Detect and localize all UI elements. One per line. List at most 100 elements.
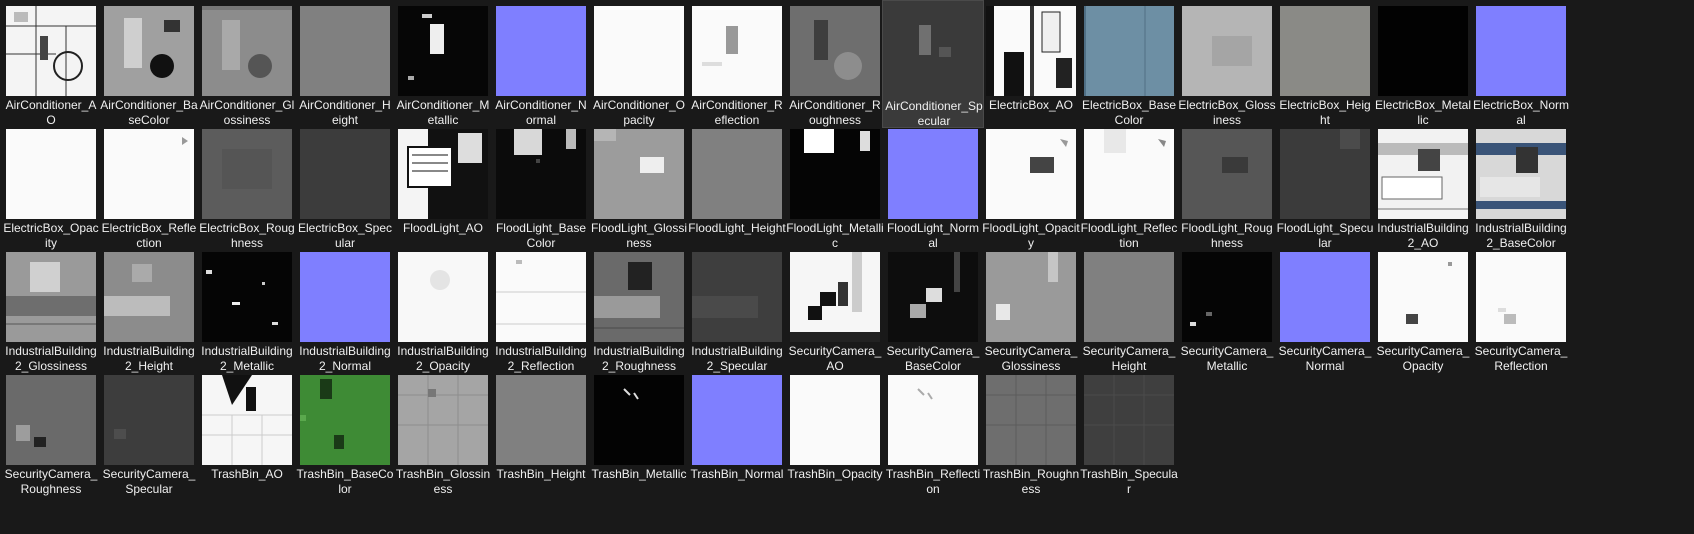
file-item-airconditioner-normal[interactable]: AirConditioner_Normal: [490, 0, 592, 128]
file-item-floodlight-basecolor[interactable]: FloodLight_BaseColor: [490, 123, 592, 251]
file-name-label: SecurityCamera_Roughness: [4, 467, 98, 496]
file-item-industrialbuilding2-reflection[interactable]: IndustrialBuilding2_Reflection: [490, 246, 592, 374]
file-item-floodlight-specular[interactable]: FloodLight_Specular: [1274, 123, 1376, 251]
image-thumbnail-icon: [300, 375, 390, 465]
image-thumbnail-icon: [1084, 6, 1174, 96]
image-thumbnail-icon: [888, 375, 978, 465]
file-item-airconditioner-basecolor[interactable]: AirConditioner_BaseColor: [98, 0, 200, 128]
file-item-securitycamera-specular[interactable]: SecurityCamera_Specular: [98, 369, 200, 497]
image-thumbnail-icon: [300, 6, 390, 96]
image-thumbnail-icon: [790, 129, 880, 219]
file-item-electricbox-roughness[interactable]: ElectricBox_Roughness: [196, 123, 298, 251]
file-name-label: TrashBin_Normal: [690, 467, 784, 481]
file-item-trashbin-glossiness[interactable]: TrashBin_Glossiness: [392, 369, 494, 497]
file-item-trashbin-basecolor[interactable]: TrashBin_BaseColor: [294, 369, 396, 497]
file-item-industrialbuilding2-height[interactable]: IndustrialBuilding2_Height: [98, 246, 200, 374]
file-item-securitycamera-ao[interactable]: SecurityCamera_AO: [784, 246, 886, 374]
file-item-securitycamera-metallic[interactable]: SecurityCamera_Metallic: [1176, 246, 1278, 374]
image-thumbnail-icon: [594, 129, 684, 219]
file-item-securitycamera-opacity[interactable]: SecurityCamera_Opacity: [1372, 246, 1474, 374]
image-thumbnail-icon: [692, 252, 782, 342]
file-item-floodlight-height[interactable]: FloodLight_Height: [686, 123, 788, 251]
file-item-securitycamera-reflection[interactable]: SecurityCamera_Reflection: [1470, 246, 1572, 374]
file-item-floodlight-reflection[interactable]: FloodLight_Reflection: [1078, 123, 1180, 251]
file-item-floodlight-opacity[interactable]: FloodLight_Opacity: [980, 123, 1082, 251]
file-item-electricbox-specular[interactable]: ElectricBox_Specular: [294, 123, 396, 251]
file-item-floodlight-roughness[interactable]: FloodLight_Roughness: [1176, 123, 1278, 251]
file-item-trashbin-specular[interactable]: TrashBin_Specular: [1078, 369, 1180, 497]
image-thumbnail-icon: [6, 129, 96, 219]
image-thumbnail-icon: [496, 6, 586, 96]
image-thumbnail-icon: [202, 252, 292, 342]
image-thumbnail-icon: [300, 252, 390, 342]
file-name-label: SecurityCamera_Reflection: [1474, 344, 1568, 373]
image-thumbnail-icon: [104, 6, 194, 96]
image-thumbnail-icon: [888, 129, 978, 219]
file-item-floodlight-glossiness[interactable]: FloodLight_Glossiness: [588, 123, 690, 251]
file-item-industrialbuilding2-roughness[interactable]: IndustrialBuilding2_Roughness: [588, 246, 690, 374]
file-item-airconditioner-ao[interactable]: AirConditioner_AO: [0, 0, 102, 128]
file-name-label: FloodLight_AO: [402, 221, 484, 235]
file-item-electricbox-reflection[interactable]: ElectricBox_Reflection: [98, 123, 200, 251]
file-item-trashbin-opacity[interactable]: TrashBin_Opacity: [784, 369, 886, 497]
file-item-airconditioner-height[interactable]: AirConditioner_Height: [294, 0, 396, 128]
file-item-trashbin-roughness[interactable]: TrashBin_Roughness: [980, 369, 1082, 497]
file-thumbnail-grid: AirConditioner_AO AirConditioner_BaseColo…: [0, 0, 1694, 534]
image-thumbnail-icon: [790, 375, 880, 465]
file-item-electricbox-opacity[interactable]: ElectricBox_Opacity: [0, 123, 102, 251]
file-item-industrialbuilding2-opacity[interactable]: IndustrialBuilding2_Opacity: [392, 246, 494, 374]
file-name-label: TrashBin_Metallic: [591, 467, 687, 481]
file-item-electricbox-basecolor[interactable]: ElectricBox_BaseColor: [1078, 0, 1180, 128]
file-name-label: TrashBin_Specular: [1080, 467, 1178, 496]
file-item-industrialbuilding2-ao[interactable]: IndustrialBuilding2_AO: [1372, 123, 1474, 251]
image-thumbnail-icon: [889, 7, 979, 97]
image-thumbnail-icon: [986, 375, 1076, 465]
image-thumbnail-icon: [398, 6, 488, 96]
image-thumbnail-icon: [1084, 252, 1174, 342]
image-thumbnail-icon: [1182, 6, 1272, 96]
file-item-electricbox-glossiness[interactable]: ElectricBox_Glossiness: [1176, 0, 1278, 128]
file-item-trashbin-ao[interactable]: TrashBin_AO: [196, 369, 298, 497]
image-thumbnail-icon: [104, 252, 194, 342]
file-item-electricbox-height[interactable]: ElectricBox_Height: [1274, 0, 1376, 128]
file-item-floodlight-normal[interactable]: FloodLight_Normal: [882, 123, 984, 251]
image-thumbnail-icon: [1182, 129, 1272, 219]
file-name-label: ElectricBox_AO: [988, 98, 1074, 112]
file-item-securitycamera-roughness[interactable]: SecurityCamera_Roughness: [0, 369, 102, 497]
file-item-trashbin-reflection[interactable]: TrashBin_Reflection: [882, 369, 984, 497]
file-item-industrialbuilding2-metallic[interactable]: IndustrialBuilding2_Metallic: [196, 246, 298, 374]
file-item-trashbin-height[interactable]: TrashBin_Height: [490, 369, 592, 497]
file-item-floodlight-ao[interactable]: FloodLight_AO: [392, 123, 494, 251]
file-item-airconditioner-glossiness[interactable]: AirConditioner_Glossiness: [196, 0, 298, 128]
image-thumbnail-icon: [692, 129, 782, 219]
file-item-securitycamera-normal[interactable]: SecurityCamera_Normal: [1274, 246, 1376, 374]
file-item-securitycamera-height[interactable]: SecurityCamera_Height: [1078, 246, 1180, 374]
file-item-airconditioner-specular[interactable]: AirConditioner_Specular: [882, 0, 984, 128]
file-item-airconditioner-roughness[interactable]: AirConditioner_Roughness: [784, 0, 886, 128]
file-item-industrialbuilding2-basecolor[interactable]: IndustrialBuilding2_BaseColor: [1470, 123, 1572, 251]
file-item-airconditioner-metallic[interactable]: AirConditioner_Metallic: [392, 0, 494, 128]
file-name-label: SecurityCamera_Opacity: [1376, 344, 1470, 373]
file-item-trashbin-metallic[interactable]: TrashBin_Metallic: [588, 369, 690, 497]
image-thumbnail-icon: [496, 129, 586, 219]
file-item-airconditioner-reflection[interactable]: AirConditioner_Reflection: [686, 0, 788, 128]
file-item-industrialbuilding2-normal[interactable]: IndustrialBuilding2_Normal: [294, 246, 396, 374]
file-item-securitycamera-glossiness[interactable]: SecurityCamera_Glossiness: [980, 246, 1082, 374]
file-name-label: TrashBin_Height: [496, 467, 586, 481]
file-item-electricbox-ao[interactable]: ElectricBox_AO: [980, 0, 1082, 128]
image-thumbnail-icon: [1280, 252, 1370, 342]
file-item-airconditioner-opacity[interactable]: AirConditioner_Opacity: [588, 0, 690, 128]
file-item-electricbox-normal[interactable]: ElectricBox_Normal: [1470, 0, 1572, 128]
file-item-securitycamera-basecolor[interactable]: SecurityCamera_BaseColor: [882, 246, 984, 374]
file-item-trashbin-normal[interactable]: TrashBin_Normal: [686, 369, 788, 497]
image-thumbnail-icon: [1084, 375, 1174, 465]
image-thumbnail-icon: [496, 252, 586, 342]
image-thumbnail-icon: [1084, 129, 1174, 219]
file-item-floodlight-metallic[interactable]: FloodLight_Metallic: [784, 123, 886, 251]
image-thumbnail-icon: [1280, 6, 1370, 96]
file-item-electricbox-metallic[interactable]: ElectricBox_Metallic: [1372, 0, 1474, 128]
image-thumbnail-icon: [1182, 252, 1272, 342]
image-thumbnail-icon: [1280, 129, 1370, 219]
file-item-industrialbuilding2-specular[interactable]: IndustrialBuilding2_Specular: [686, 246, 788, 374]
file-item-industrialbuilding2-glossiness[interactable]: IndustrialBuilding2_Glossiness: [0, 246, 102, 374]
